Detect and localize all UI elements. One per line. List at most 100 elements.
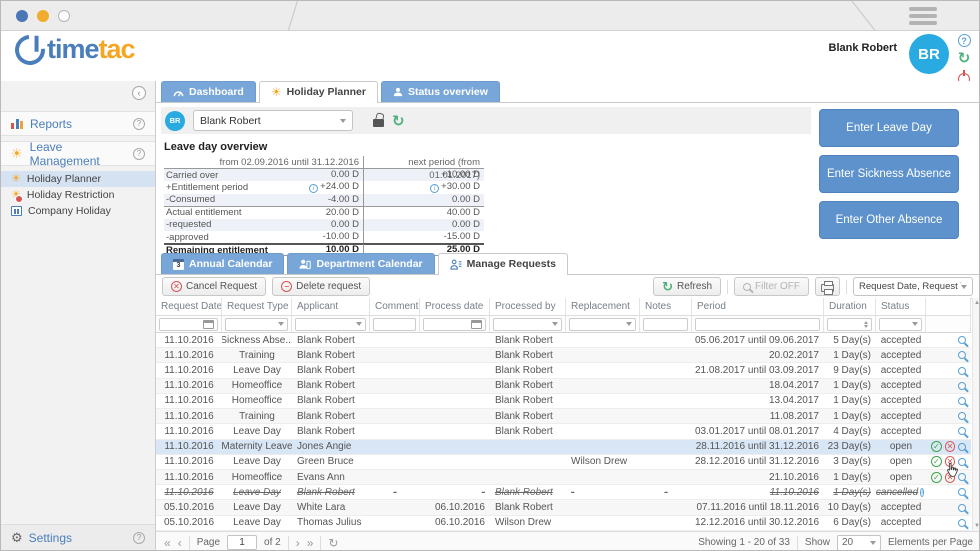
enter-leave-day-button[interactable]: Enter Leave Day: [819, 109, 959, 147]
table-row[interactable]: 11.10.2016 Leave Day Blank Robert Blank Rob…: [156, 363, 971, 379]
refresh-button[interactable]: ↻ Refresh: [653, 277, 721, 296]
help-icon[interactable]: ?: [957, 34, 971, 47]
sidebar-item-company-holiday[interactable]: Company Holiday: [1, 203, 155, 219]
reload-icon[interactable]: ↻: [958, 51, 971, 66]
info-icon[interactable]: i: [430, 184, 440, 194]
approve-icon[interactable]: ✓: [931, 441, 942, 453]
column-header-period[interactable]: Period: [692, 298, 824, 315]
approve-icon[interactable]: ✓: [931, 456, 942, 468]
refresh-user-icon[interactable]: ↻: [392, 112, 405, 130]
sidebar-item-holiday-restriction[interactable]: ☀ Holiday Restriction: [1, 187, 155, 203]
table-row[interactable]: 11.10.2016 Homeoffice Blank Robert Blank Ro…: [156, 378, 971, 394]
table-row[interactable]: 11.10.2016 Leave Day Blank Robert Blank Rob…: [156, 424, 971, 440]
tab-annual-calendar[interactable]: 3 Annual Calendar: [161, 253, 285, 274]
user-select[interactable]: Blank Robert: [193, 110, 353, 131]
view-request-icon[interactable]: [958, 366, 966, 375]
page-size-select[interactable]: 20: [836, 534, 881, 550]
chevron-down-icon[interactable]: [626, 322, 632, 326]
sort-order-select[interactable]: Request Date, Request Typ: [853, 277, 973, 296]
tab-department-calendar[interactable]: Department Calendar: [287, 253, 435, 274]
filter-processed_by-select[interactable]: [493, 317, 562, 331]
view-request-icon[interactable]: [958, 457, 966, 466]
view-request-icon[interactable]: [958, 518, 966, 527]
view-request-icon[interactable]: [958, 427, 966, 436]
view-request-icon[interactable]: [958, 396, 966, 405]
table-row[interactable]: 05.10.2016 Leave Day White Lara 06.10.2016 B…: [156, 500, 971, 516]
column-header-replacement[interactable]: Replacement: [566, 298, 640, 315]
filter-date-input[interactable]: [159, 317, 218, 331]
reject-icon[interactable]: ✕: [944, 471, 956, 483]
column-header-duration[interactable]: Duration: [824, 298, 876, 315]
window-control-minimize[interactable]: [37, 10, 49, 22]
filter-status-select[interactable]: [879, 317, 922, 331]
scroll-down-icon[interactable]: ▼: [974, 523, 979, 529]
approve-icon[interactable]: ✓: [931, 471, 942, 483]
table-row[interactable]: 11.10.2016 Sickness Abse... Blank Robert Bl…: [156, 333, 971, 349]
cancel-request-button[interactable]: ✕ Cancel Request: [162, 277, 267, 296]
menu-icon[interactable]: [909, 7, 937, 25]
reject-icon[interactable]: ✕: [944, 441, 956, 453]
sidebar-item-leave-management[interactable]: ☀ Leave Management ?: [1, 140, 155, 168]
calendar-icon[interactable]: [471, 319, 482, 329]
filter-comment-input[interactable]: [373, 317, 416, 331]
next-page-button[interactable]: ›: [296, 537, 300, 549]
avatar[interactable]: BR: [909, 34, 949, 74]
spinner-icon[interactable]: [864, 320, 868, 328]
first-page-button[interactable]: «: [164, 537, 171, 549]
column-header-actions[interactable]: [926, 298, 971, 315]
sidebar-item-holiday-planner[interactable]: ☀ Holiday Planner: [1, 171, 155, 187]
print-button[interactable]: [815, 277, 840, 296]
calendar-icon[interactable]: [203, 319, 214, 329]
filter-period-input[interactable]: [695, 317, 820, 331]
scroll-up-icon[interactable]: ▲: [974, 300, 979, 306]
delete-request-button[interactable]: − Delete request: [272, 277, 371, 296]
filter-applicant-select[interactable]: [295, 317, 366, 331]
table-row[interactable]: 05.10.2016 Leave Day Thomas Julius 06.10.20…: [156, 516, 971, 531]
view-request-icon[interactable]: [958, 488, 966, 497]
column-header-processed_by[interactable]: Processed by: [490, 298, 566, 315]
column-header-applicant[interactable]: Applicant: [292, 298, 370, 315]
page-input[interactable]: 1: [227, 535, 258, 550]
view-request-icon[interactable]: [958, 412, 966, 421]
column-header-process_date[interactable]: Process date: [420, 298, 490, 315]
last-page-button[interactable]: »: [307, 537, 314, 549]
table-row[interactable]: 11.10.2016 Leave Day Green Bruce Wilson Dre…: [156, 455, 971, 470]
table-row[interactable]: 11.10.2016 Homeoffice Evans Ann 21.10.2016 1…: [156, 469, 971, 486]
window-control-maximize[interactable]: [58, 10, 70, 22]
filter-type-select[interactable]: [225, 317, 288, 331]
help-icon[interactable]: ?: [133, 117, 145, 130]
view-request-icon[interactable]: [958, 473, 966, 482]
column-header-comment[interactable]: Comment: [370, 298, 420, 315]
view-request-icon[interactable]: [958, 503, 966, 512]
tab-dashboard[interactable]: Dashboard: [161, 81, 256, 102]
column-header-notes[interactable]: Notes: [640, 298, 692, 315]
prev-page-button[interactable]: ‹: [178, 537, 182, 549]
enter-sickness-absence-button[interactable]: Enter Sickness Absence: [819, 155, 959, 193]
enter-other-absence-button[interactable]: Enter Other Absence: [819, 201, 959, 239]
help-icon[interactable]: ?: [133, 147, 145, 160]
view-request-icon[interactable]: [958, 351, 966, 360]
help-icon[interactable]: ?: [133, 531, 145, 544]
grid-scrollbar[interactable]: ▲ ▼: [972, 298, 979, 531]
sidebar-item-reports[interactable]: Reports ?: [1, 111, 155, 136]
table-row[interactable]: 11.10.2016 Homeoffice Blank Robert Blank Ro…: [156, 394, 971, 410]
filter-off-button[interactable]: Filter OFF: [734, 277, 809, 296]
table-row[interactable]: 11.10.2016 Maternity Leave Jones Angie 28.1…: [156, 439, 971, 455]
chevron-down-icon[interactable]: [356, 322, 362, 326]
column-header-type[interactable]: Request Type: [222, 298, 292, 315]
chevron-down-icon[interactable]: [552, 322, 558, 326]
info-icon[interactable]: i: [920, 487, 925, 497]
reject-icon[interactable]: ✕: [944, 456, 956, 468]
chevron-down-icon[interactable]: [912, 322, 918, 326]
table-row[interactable]: 11.10.2016 Leave Day Blank Robert - - Blank R…: [156, 485, 971, 501]
view-request-icon[interactable]: [958, 336, 966, 345]
filter-process_date-input[interactable]: [423, 317, 486, 331]
tab-status-overview[interactable]: Status overview: [380, 81, 500, 102]
chevron-down-icon[interactable]: [278, 322, 284, 326]
view-request-icon[interactable]: [958, 381, 966, 390]
collapse-sidebar-button[interactable]: ‹: [132, 86, 146, 100]
window-control-close[interactable]: [16, 10, 28, 22]
column-header-date[interactable]: Request Date↓: [156, 298, 222, 315]
filter-notes-input[interactable]: [643, 317, 688, 331]
view-request-icon[interactable]: [958, 442, 966, 451]
